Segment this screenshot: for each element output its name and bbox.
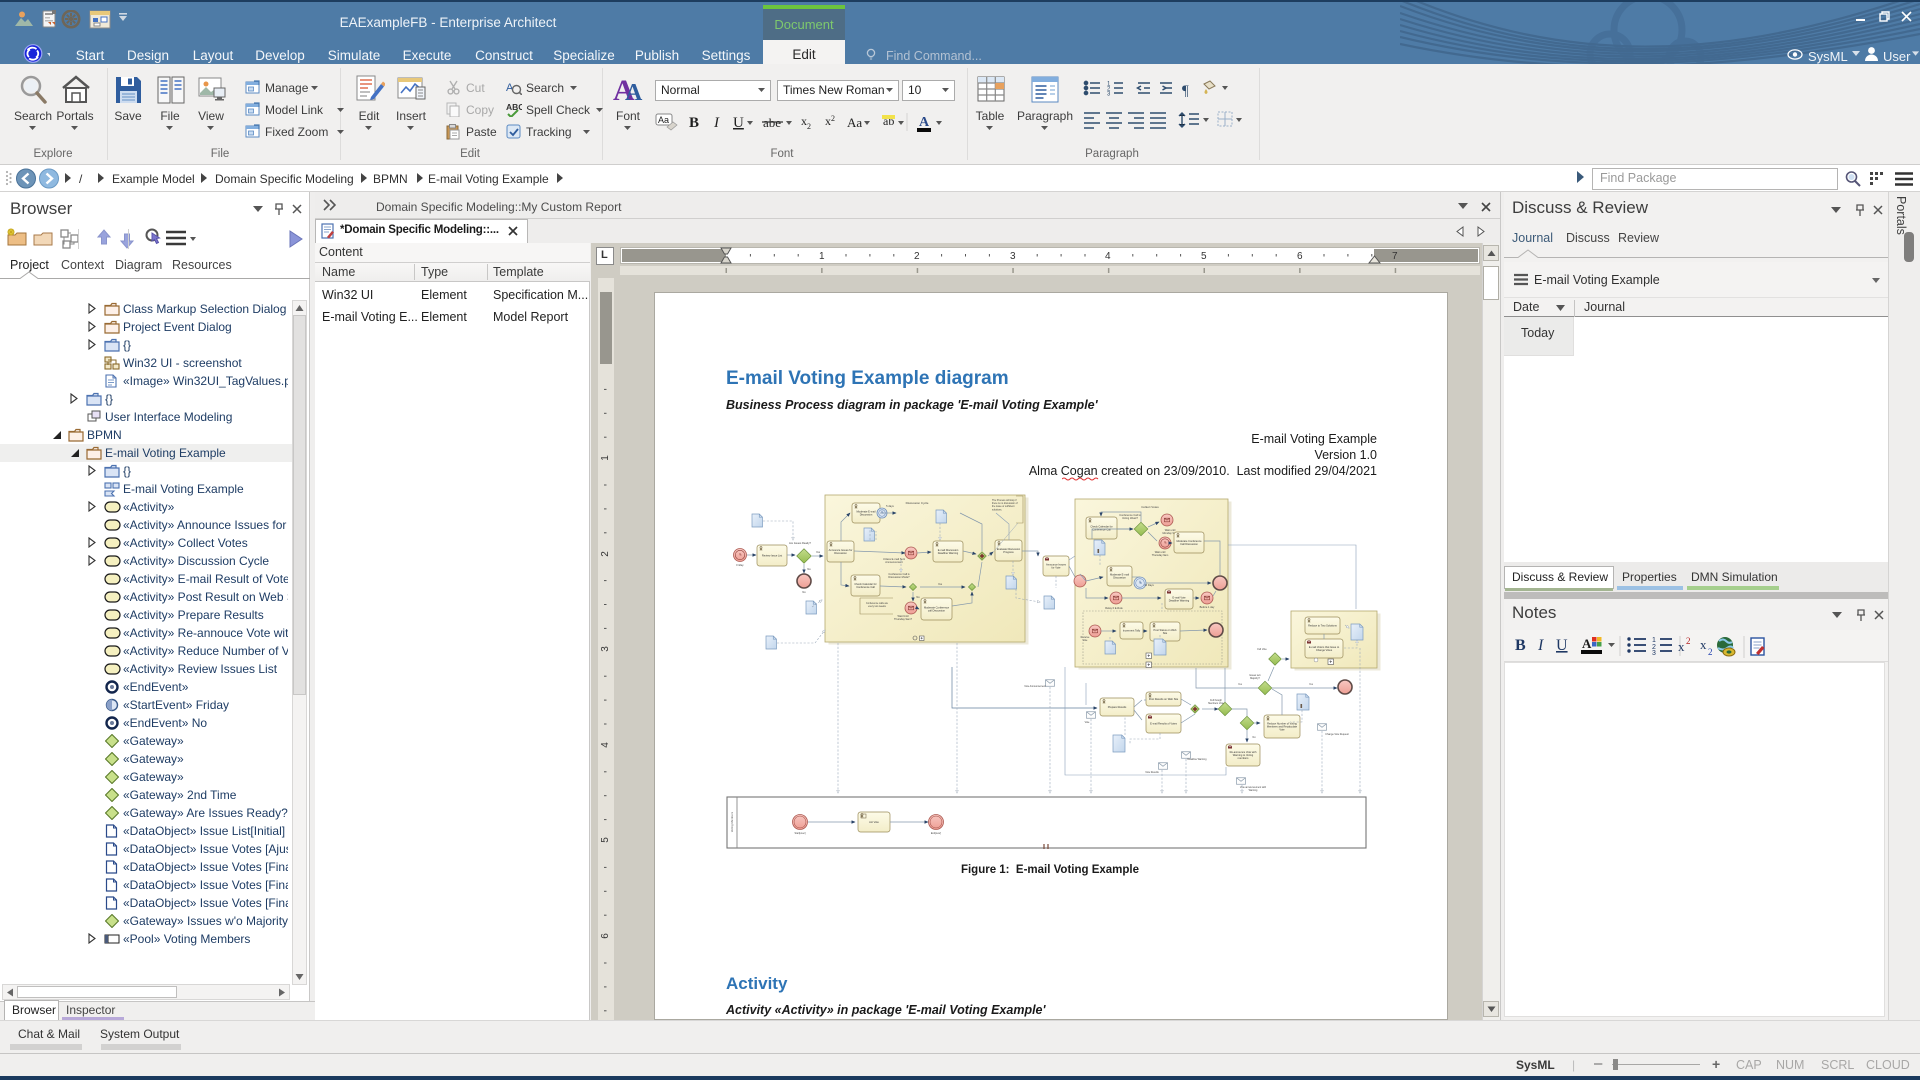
svg-text:Yes: Yes: [938, 582, 943, 586]
svg-text:3: 3: [600, 646, 611, 652]
svg-text:B: B: [689, 115, 699, 131]
svg-text:ABC: ABC: [506, 102, 522, 112]
svg-text:Reduce to Two Solutions: Reduce to Two Solutions: [1308, 624, 1337, 628]
svg-text:¶: ¶: [1182, 83, 1189, 99]
svg-text:4: 4: [600, 742, 611, 748]
svg-text:Site: Site: [1163, 631, 1168, 635]
svg-text:Thursday 9am?: Thursday 9am?: [894, 617, 913, 621]
svg-text:Discussion: Discussion: [834, 551, 847, 555]
svg-text:2: 2: [914, 251, 920, 262]
svg-text:E-mail Results of Votes: E-mail Results of Votes: [1150, 722, 1178, 726]
svg-text:Aa: Aa: [847, 115, 862, 130]
svg-text:x: x: [1700, 637, 1707, 652]
svg-text:Discussion Mode?: Discussion Mode?: [888, 575, 910, 579]
svg-text:Change Votes: Change Votes: [1316, 648, 1333, 652]
svg-text:Conference Call: Conference Call: [856, 585, 875, 589]
svg-text:Relay 0 E-Rule: Relay 0 E-Rule: [1105, 606, 1123, 610]
svg-text:Vote: Vote: [1083, 639, 1088, 642]
svg-text:7: 7: [1392, 251, 1398, 262]
svg-text:Voting Week?: Voting Week?: [1122, 516, 1139, 520]
svg-text:Collect Votes: Collect Votes: [1141, 505, 1159, 509]
svg-text:1: 1: [600, 455, 611, 461]
svg-text:Aa: Aa: [658, 115, 669, 125]
svg-text:5 days: 5 days: [886, 504, 894, 508]
svg-text:Act Vote: Act Vote: [869, 820, 879, 824]
svg-text:Conference Call: Conference Call: [1092, 528, 1111, 532]
svg-text:Call Discussion: Call Discussion: [1180, 542, 1198, 546]
svg-text:Yes: Yes: [1238, 683, 1243, 686]
svg-text:Increment Tally: Increment Tally: [1123, 629, 1141, 633]
svg-text:End[over]: End[over]: [931, 832, 942, 835]
svg-text:No: No: [1252, 736, 1256, 739]
svg-text:Post Results on Web Site: Post Results on Web Site: [1149, 697, 1179, 701]
svg-text:Voting Members: Voting Members: [730, 811, 734, 832]
svg-text:Change Vote Request: Change Vote Request: [1325, 733, 1349, 736]
svg-text:I: I: [1537, 637, 1544, 654]
svg-text:No: No: [916, 595, 920, 599]
svg-text:1: 1: [1652, 637, 1656, 644]
svg-text:Progress: Progress: [1003, 550, 1014, 554]
svg-text:U: U: [1556, 637, 1568, 654]
svg-text:Deadline Warning: Deadline Warning: [1188, 758, 1208, 761]
svg-text:2: 2: [831, 114, 835, 123]
svg-text:No: No: [807, 567, 811, 571]
svg-text:Vote: Vote: [1085, 721, 1090, 724]
svg-text:Discussion: Discussion: [1113, 576, 1126, 580]
svg-text:6: 6: [1297, 251, 1303, 262]
svg-text:call Discussion: call Discussion: [928, 609, 946, 613]
svg-text:Deadline Warning: Deadline Warning: [938, 551, 959, 555]
svg-text:5: 5: [1201, 251, 1207, 262]
svg-text:2: 2: [1686, 636, 1691, 646]
svg-text:3: 3: [1010, 251, 1016, 262]
svg-text:Discussion: Discussion: [860, 513, 873, 517]
svg-text:Majority?: Majority?: [1250, 677, 1260, 680]
svg-text:Yes: Yes: [816, 550, 821, 554]
svg-text:A: A: [919, 115, 930, 130]
svg-text:Thursday 9am: Thursday 9am: [1152, 553, 1169, 557]
svg-text:Deadline Warning: Deadline Warning: [1169, 599, 1190, 603]
svg-text:Vote: Vote: [1279, 728, 1285, 732]
svg-text:Warning: Warning: [1249, 789, 1258, 792]
svg-text:2: 2: [807, 122, 811, 131]
svg-text:Vote Announcement: Vote Announcement: [1024, 685, 1046, 688]
svg-text:x: x: [1678, 639, 1685, 654]
svg-text:for Vote: for Vote: [1052, 566, 1061, 570]
svg-text:5: 5: [600, 837, 611, 843]
svg-text:3: 3: [1107, 92, 1111, 98]
svg-text:A: A: [625, 80, 643, 106]
svg-text:Members Vote: Members Vote: [1208, 702, 1224, 705]
svg-text:members: members: [1238, 756, 1250, 760]
svg-text:1: 1: [819, 251, 825, 262]
svg-text:Start[over]: Start[over]: [794, 832, 805, 835]
svg-text:Before 1 day: Before 1 day: [1200, 605, 1215, 609]
svg-text:Friday: Friday: [736, 563, 744, 567]
svg-text:Review Issue List: Review Issue List: [762, 554, 782, 558]
svg-text:U: U: [733, 115, 744, 131]
svg-text:Prepare Results: Prepare Results: [1108, 705, 1127, 709]
svg-text:2: 2: [1708, 647, 1713, 657]
svg-text:B: B: [1515, 637, 1526, 654]
svg-text:Vote Results: Vote Results: [1145, 771, 1159, 774]
svg-text:2: 2: [600, 551, 611, 557]
svg-text:Full Vote: Full Vote: [1257, 648, 1267, 651]
svg-text:Are Issues Ready?: Are Issues Ready?: [789, 541, 811, 545]
svg-text:6: 6: [600, 933, 611, 939]
svg-text:A: A: [1582, 636, 1592, 651]
svg-text:solutions.: solutions.: [992, 508, 1002, 511]
svg-text:3: 3: [1652, 650, 1656, 657]
svg-text:I: I: [713, 115, 720, 131]
svg-text:14 Days: 14 Days: [1144, 583, 1154, 587]
svg-text:every two weeks: every two weeks: [868, 605, 886, 608]
svg-text:4: 4: [1105, 251, 1111, 262]
svg-text:Yes: Yes: [1309, 683, 1314, 686]
svg-text:Announcement: Announcement: [885, 560, 903, 564]
svg-text:No: No: [802, 590, 806, 594]
svg-text:Discussion Cycle: Discussion Cycle: [906, 501, 929, 505]
